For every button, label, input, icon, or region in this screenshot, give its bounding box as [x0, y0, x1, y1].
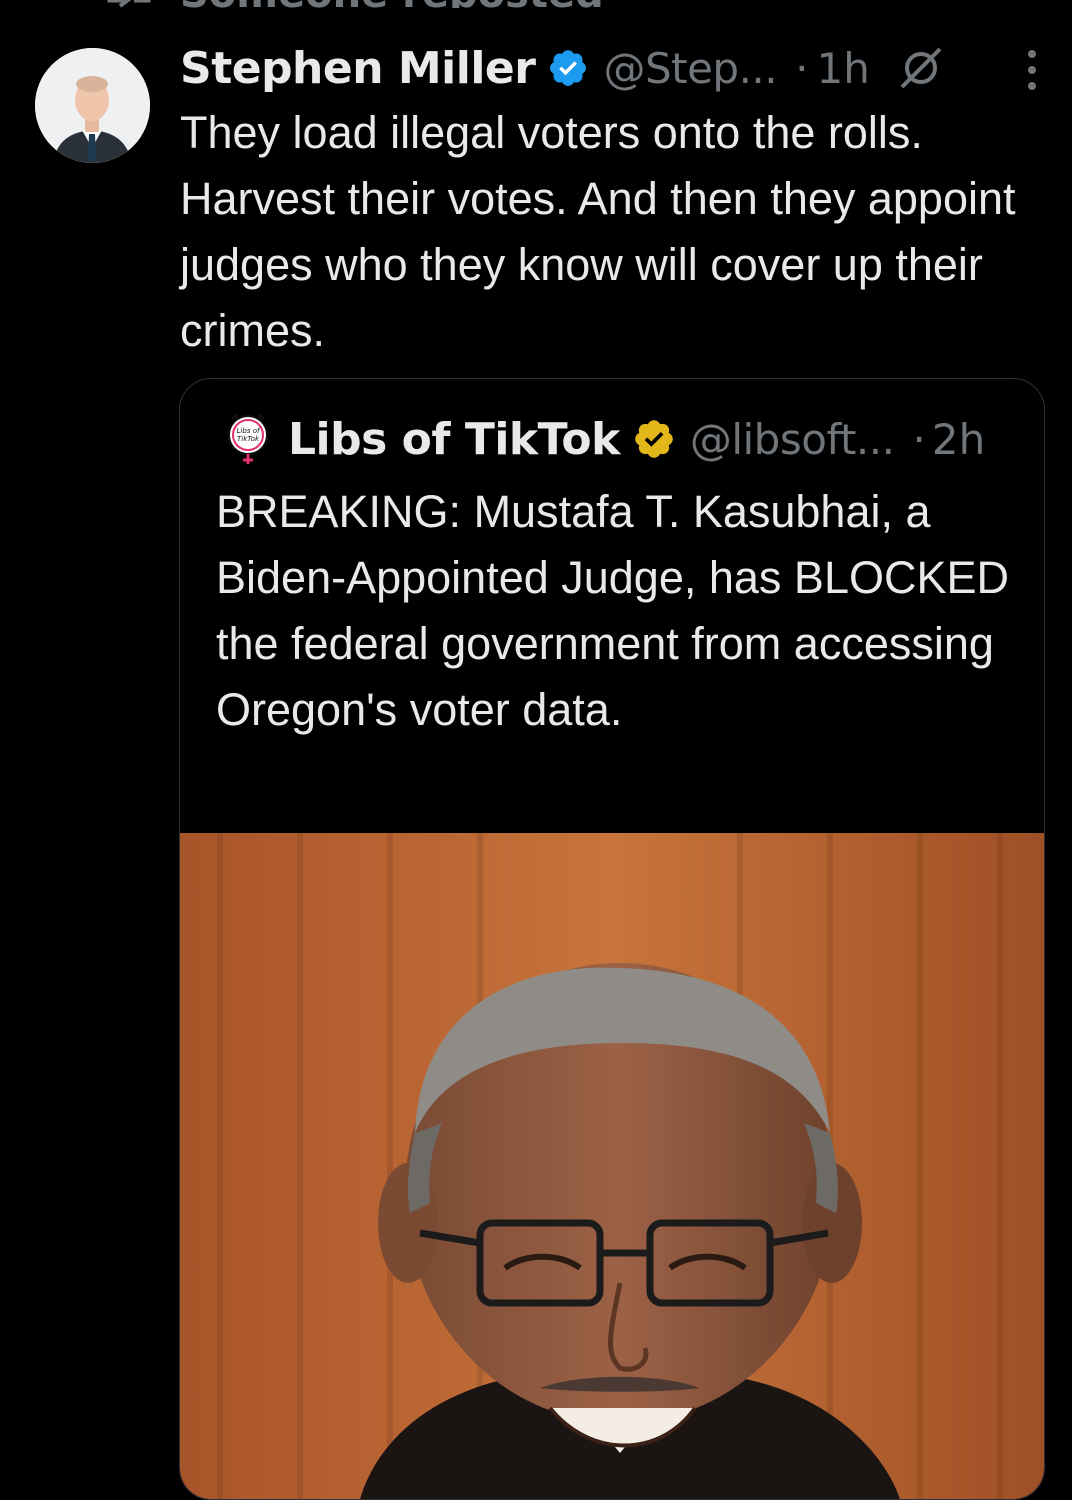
author-name[interactable]: Stephen Miller: [180, 43, 536, 94]
separator-dot: ·: [795, 43, 809, 93]
repost-indicator: Someone reposted: [0, 0, 1072, 8]
quoted-author-avatar[interactable]: Libs of TikTok: [222, 413, 274, 465]
more-options-icon[interactable]: [1022, 48, 1042, 92]
quoted-separator-dot: ·: [912, 414, 926, 464]
repost-label[interactable]: Someone reposted: [180, 0, 604, 8]
repost-icon: [107, 0, 151, 8]
quoted-tweet-card[interactable]: Libs of TikTok Libs of TikTok @libsoft..…: [179, 378, 1045, 1500]
tweet-timestamp[interactable]: 1h: [817, 44, 870, 93]
quoted-tweet-photo[interactable]: [180, 833, 1044, 1499]
quoted-avatar-text-1: Libs of: [237, 427, 261, 435]
grok-icon[interactable]: [896, 43, 946, 93]
quoted-tweet-header: Libs of TikTok Libs of TikTok @libsoft..…: [222, 409, 1014, 469]
avatar-image: [35, 48, 150, 163]
quoted-tweet-text: BREAKING: Mustafa T. Kasubhai, a Biden-A…: [216, 486, 1009, 735]
author-avatar[interactable]: [35, 48, 150, 163]
quoted-timestamp[interactable]: 2h: [932, 415, 985, 464]
judge-portrait-image: [180, 833, 1044, 1499]
quoted-avatar-text-2: TikTok: [237, 435, 260, 443]
tweet-text: They load illegal voters onto the rolls.…: [180, 107, 1016, 356]
verified-badge-icon[interactable]: [547, 47, 589, 89]
gold-verified-badge-icon[interactable]: [632, 417, 676, 461]
author-handle[interactable]: @Step...: [603, 44, 777, 93]
tweet-header: Stephen Miller @Step... · 1h: [180, 38, 1042, 98]
quoted-author-handle[interactable]: @libsoft...: [690, 415, 895, 464]
quoted-author-name[interactable]: Libs of TikTok: [288, 414, 620, 465]
